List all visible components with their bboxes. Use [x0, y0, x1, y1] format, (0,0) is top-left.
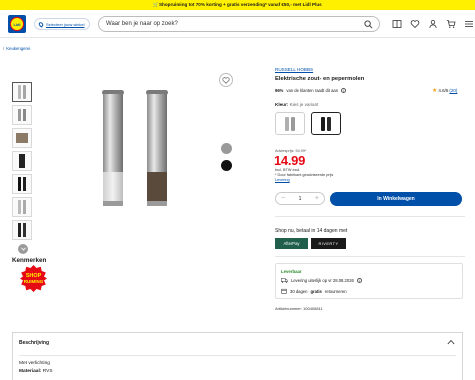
info-icon[interactable]: i [356, 278, 362, 283]
truck-icon [281, 278, 288, 283]
decrease-button[interactable]: − [281, 195, 285, 202]
site-header: Lidl Selecteer jouw winkel Waar ben je n… [0, 10, 475, 38]
rating-count[interactable]: (20) [449, 88, 457, 93]
thumbnail-7[interactable] [12, 220, 32, 240]
favorite-button[interactable] [219, 73, 233, 87]
logo-text: Lidl [10, 17, 24, 31]
search-input[interactable]: Waar ben je naar op zoek? [98, 16, 380, 32]
chevron-up-icon[interactable] [447, 339, 455, 345]
riverty-logo: RIVERTY [311, 238, 346, 249]
brand-link[interactable]: RUSSELL HOBBS [275, 67, 313, 72]
quantity-value: 1 [298, 195, 302, 202]
returns-row: 30 dagen gratis retourneren [281, 288, 347, 294]
divider [275, 256, 465, 257]
afterpay-logo: AfterPay [275, 238, 308, 249]
price-note-2: * Door fabrikant geadviseerde prijs [275, 172, 334, 177]
variant-value: Kies je variant [289, 102, 319, 107]
location-pin-icon [37, 20, 45, 28]
rating[interactable]: ★ 4.6/5 (20) [432, 87, 457, 94]
delivery-date: Levering uiterlijk op vr 28.08.2026 [291, 278, 354, 283]
color-swatch-black[interactable] [221, 160, 232, 171]
lidl-logo[interactable]: Lidl [8, 15, 26, 33]
returns-prefix: 30 dagen [290, 288, 308, 294]
shopruiming-badge: SHOP RUIMING [20, 265, 47, 292]
cart-icon[interactable] [446, 19, 456, 29]
quantity-stepper[interactable]: − 1 + [275, 192, 325, 205]
color-swatch-silver[interactable] [221, 143, 232, 154]
user-icon[interactable] [428, 19, 438, 29]
delivery-link[interactable]: Levering [275, 178, 333, 183]
recommend-text: van de klanten raadt dit aan [286, 88, 339, 93]
returns-suffix: retourneren [324, 288, 347, 294]
breadcrumb-item[interactable]: Keukengerei [6, 46, 30, 51]
thumbnail-1[interactable] [12, 82, 32, 102]
description-line-1: Met verlichting [19, 361, 50, 366]
heart-icon[interactable] [410, 19, 420, 29]
variant-label-text: Kleur: [275, 102, 289, 107]
breadcrumb-separator: / [3, 46, 5, 51]
variant-option-black[interactable] [311, 112, 341, 135]
search-icon[interactable] [364, 20, 373, 29]
increase-button[interactable]: + [315, 195, 319, 202]
material-value: RVS [42, 369, 53, 374]
thumbnail-3[interactable] [12, 128, 32, 148]
divider [275, 216, 465, 217]
divider [19, 355, 456, 356]
thumbnail-4[interactable] [12, 151, 32, 171]
heart-icon [222, 76, 230, 84]
delivery-date-row: Levering uiterlijk op vr 28.08.2026 i [281, 278, 362, 283]
material-label: Materiaal: [19, 369, 42, 374]
return-box-icon [281, 288, 287, 294]
variant-option-silver[interactable] [275, 112, 305, 135]
breadcrumb: / Keukengerei [3, 46, 30, 51]
description-material: Materiaal: RVS [19, 369, 53, 374]
pay-later-label: Shop nu, betaal in 14 dagen met [275, 228, 348, 234]
thumbnail-6[interactable] [12, 197, 32, 217]
add-to-cart-button[interactable]: In Winkelwagen [330, 192, 462, 206]
article-number: Artikelnummer: 100406811 [275, 306, 323, 311]
info-icon[interactable]: i [341, 88, 347, 93]
features-heading: Kenmerken [12, 257, 47, 264]
variant-label: Kleur: Kies je variant [275, 102, 318, 107]
thumbnail-list [12, 82, 34, 254]
delivery-status: Leverbaar [281, 269, 302, 274]
recommendation: 96% van de klanten raadt dit aan i [275, 88, 347, 93]
recommend-percent: 96% [275, 88, 284, 93]
rating-value: 4.6/5 [438, 88, 449, 93]
store-label: Selecteer jouw winkel [46, 21, 85, 27]
delivery-info: Leverbaar Levering uiterlijk op vr 28.08… [275, 263, 463, 299]
catalog-icon[interactable] [392, 19, 402, 29]
price-notes: Incl. BTW excl. * Door fabrikant geadvis… [275, 168, 333, 182]
search-placeholder: Waar ben je naar op zoek? [106, 21, 178, 27]
chevron-down-icon [20, 247, 26, 251]
menu-icon[interactable] [464, 19, 474, 29]
select-store-button[interactable]: Selecteer jouw winkel [34, 18, 90, 30]
returns-bold: gratis [310, 288, 322, 294]
star-icon: ★ [432, 88, 438, 94]
product-main-image[interactable] [80, 80, 200, 220]
thumbnail-scroll-down-button[interactable] [18, 244, 28, 254]
current-price: 14.99 [274, 153, 306, 168]
thumbnail-2[interactable] [12, 105, 32, 125]
product-title: Elektrische zout- en pepermolen [275, 76, 365, 82]
description-title[interactable]: Beschrijving [19, 340, 49, 346]
promo-banner[interactable]: 🛒Shopruiming tot 70% korting + gratis ve… [0, 0, 475, 10]
description-accordion: Beschrijving Met verlichting Materiaal: … [12, 332, 463, 380]
thumbnail-5[interactable] [12, 174, 32, 194]
badge-line-2: RUIMING [24, 279, 44, 284]
